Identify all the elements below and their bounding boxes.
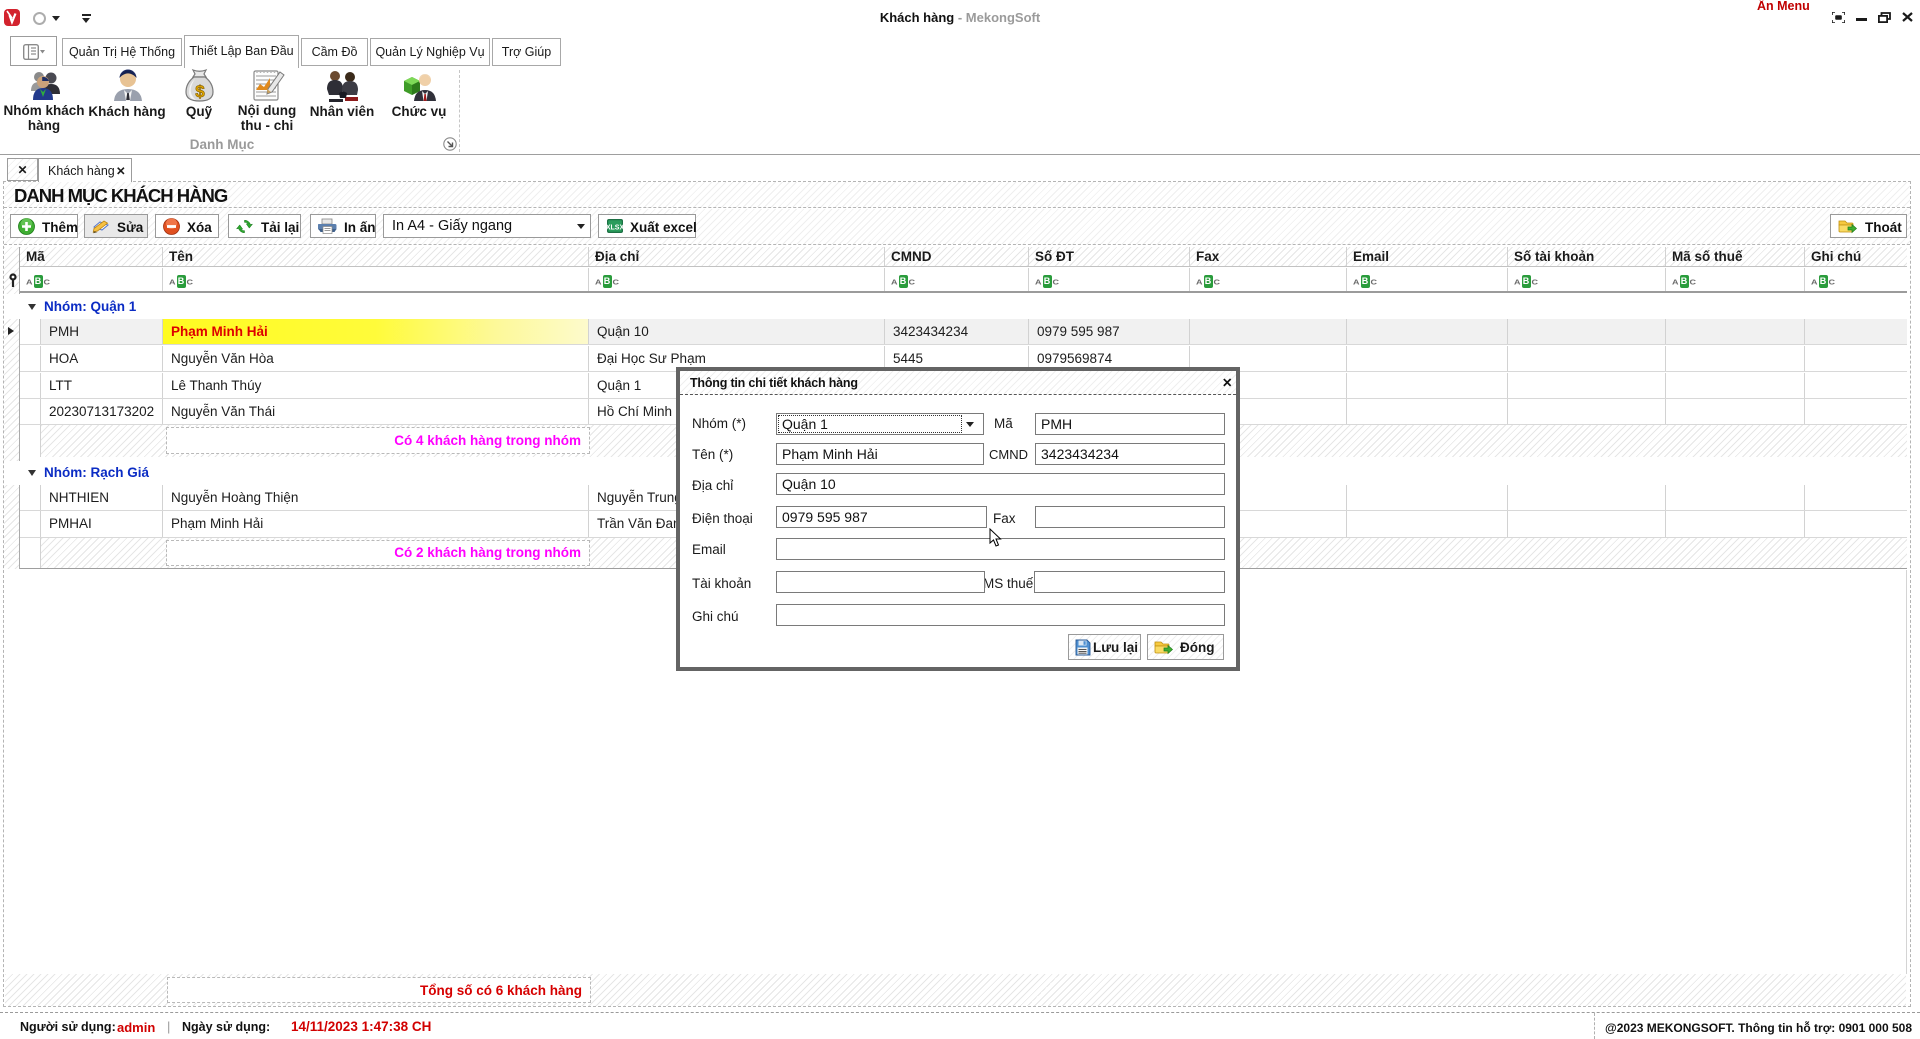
svg-text:XLSX: XLSX	[606, 225, 624, 232]
svg-text:$: $	[195, 82, 205, 101]
